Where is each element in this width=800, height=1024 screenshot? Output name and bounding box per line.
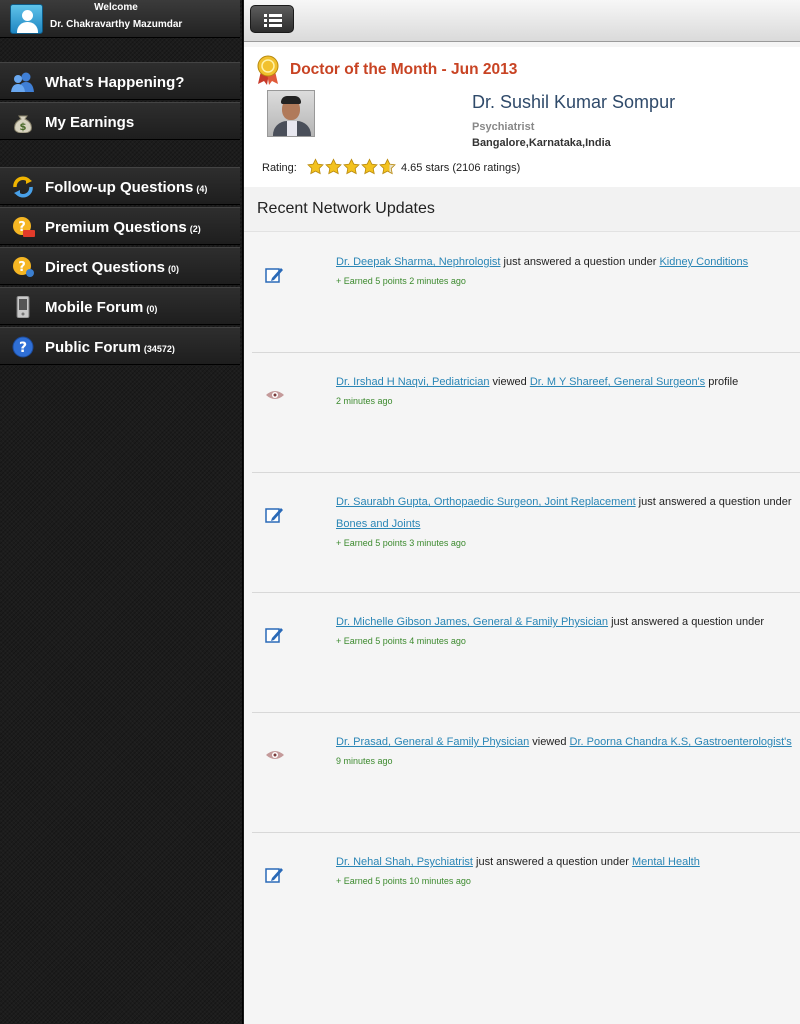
rating-text: 4.65 stars (2106 ratings) bbox=[401, 162, 521, 174]
user-name: Dr. Chakravarthy Mazumdar bbox=[50, 19, 183, 30]
actor-link[interactable]: Dr. Irshad H Naqvi, Pediatrician bbox=[336, 376, 489, 388]
edit-icon bbox=[264, 625, 286, 645]
feed-meta: + Earned 5 points 4 minutes ago bbox=[336, 636, 466, 646]
sidebar-item-count: (34572) bbox=[143, 344, 175, 354]
action-text: just answered a question under bbox=[472, 856, 632, 868]
suffix-text: profile bbox=[705, 376, 739, 388]
svg-text:?: ? bbox=[18, 260, 26, 275]
sidebar-item-label: Mobile Forum bbox=[45, 299, 144, 316]
sidebar-item-my-earnings[interactable]: $ My Earnings bbox=[0, 102, 240, 140]
feed-meta: 2 minutes ago bbox=[336, 396, 393, 406]
edit-icon bbox=[264, 865, 286, 885]
actor-link[interactable]: Dr. Michelle Gibson James, General & Fam… bbox=[336, 616, 608, 628]
doctor-specialty: Psychiatrist bbox=[472, 121, 535, 133]
star-icon bbox=[307, 158, 324, 175]
sidebar-item-count: (0) bbox=[146, 304, 158, 314]
edit-icon bbox=[264, 265, 286, 285]
profile-link[interactable]: Dr. Poorna Chandra K.S, Gastroenterologi… bbox=[570, 736, 792, 748]
top-toolbar bbox=[244, 0, 800, 42]
doctor-of-month-card: Doctor of the Month - Jun 2013 Dr. Sushi… bbox=[244, 47, 800, 187]
svg-text:?: ? bbox=[19, 340, 27, 356]
welcome-header: Welcome Dr. Chakravarthy Mazumdar bbox=[0, 0, 240, 38]
feed-meta: + Earned 5 points 3 minutes ago bbox=[336, 538, 466, 548]
direct-question-icon: ? bbox=[11, 256, 35, 278]
sidebar-item-label: Follow-up Questions bbox=[45, 179, 194, 196]
feed-item: Dr. Prasad, General & Family Physician v… bbox=[252, 713, 800, 833]
edit-icon bbox=[264, 505, 286, 525]
user-avatar-icon[interactable] bbox=[10, 4, 43, 34]
doctor-name[interactable]: Dr. Sushil Kumar Sompur bbox=[472, 92, 675, 113]
updates-header: Recent Network Updates bbox=[244, 187, 800, 232]
doctor-of-month-title: Doctor of the Month - Jun 2013 bbox=[290, 61, 518, 78]
topic-link[interactable]: Kidney Conditions bbox=[659, 256, 748, 268]
rating-label: Rating: bbox=[262, 162, 297, 174]
eye-icon bbox=[264, 745, 286, 765]
feed-item: Dr. Irshad H Naqvi, Pediatrician viewed … bbox=[252, 353, 800, 473]
sidebar-item-count: (4) bbox=[196, 184, 208, 194]
award-ribbon-icon bbox=[256, 55, 280, 85]
feed-item: Dr. Michelle Gibson James, General & Fam… bbox=[252, 593, 800, 713]
star-icon bbox=[343, 158, 360, 175]
action-text: just answered a question under bbox=[635, 496, 792, 508]
action-text: just answered a question under bbox=[608, 616, 764, 628]
users-icon bbox=[11, 71, 35, 93]
feed-item: Dr. Saurabh Gupta, Orthopaedic Surgeon, … bbox=[252, 473, 800, 593]
help-icon: ? bbox=[11, 336, 35, 358]
action-text: just answered a question under bbox=[500, 256, 660, 268]
sidebar-item-label: What's Happening? bbox=[45, 74, 185, 91]
welcome-label: Welcome bbox=[94, 2, 138, 13]
sidebar-item-premium-questions[interactable]: ? Premium Questions (2) bbox=[0, 207, 240, 245]
doctor-location: Bangalore,Karnataka,India bbox=[472, 137, 611, 149]
eye-icon bbox=[264, 385, 286, 405]
feed-meta: + Earned 5 points 10 minutes ago bbox=[336, 876, 471, 886]
sidebar-item-count: (2) bbox=[189, 224, 201, 234]
action-text: viewed bbox=[529, 736, 570, 748]
sidebar-item-label: Direct Questions bbox=[45, 259, 166, 276]
actor-link[interactable]: Dr. Deepak Sharma, Nephrologist bbox=[336, 256, 500, 268]
sidebar-item-whats-happening[interactable]: What's Happening? bbox=[0, 62, 240, 100]
star-icon bbox=[379, 158, 396, 175]
star-icon bbox=[361, 158, 378, 175]
sidebar-item-label: Public Forum bbox=[45, 339, 141, 356]
sidebar-item-label: Premium Questions bbox=[45, 219, 187, 236]
sidebar-item-label: My Earnings bbox=[45, 114, 135, 131]
feed-meta: 9 minutes ago bbox=[336, 756, 393, 766]
mobile-phone-icon bbox=[11, 296, 35, 318]
updates-title: Recent Network Updates bbox=[257, 200, 435, 217]
refresh-icon bbox=[11, 176, 35, 198]
feed-meta: + Earned 5 points 2 minutes ago bbox=[336, 276, 466, 286]
sidebar-item-count: (0) bbox=[168, 264, 180, 274]
feed-item: Dr. Nehal Shah, Psychiatrist just answer… bbox=[252, 833, 800, 953]
sidebar-item-direct-questions[interactable]: ? Direct Questions (0) bbox=[0, 247, 240, 285]
main-panel: Doctor of the Month - Jun 2013 Dr. Sushi… bbox=[244, 0, 800, 1024]
premium-question-icon: ? bbox=[11, 216, 35, 238]
actor-link[interactable]: Dr. Prasad, General & Family Physician bbox=[336, 736, 529, 748]
doctor-photo[interactable] bbox=[267, 90, 315, 137]
actor-link[interactable]: Dr. Nehal Shah, Psychiatrist bbox=[336, 856, 473, 868]
sidebar-item-public-forum[interactable]: ? Public Forum (34572) bbox=[0, 327, 240, 365]
money-bag-icon: $ bbox=[11, 111, 35, 133]
menu-toggle-button[interactable] bbox=[250, 5, 294, 33]
sidebar-item-follow-up-questions[interactable]: Follow-up Questions (4) bbox=[0, 167, 240, 205]
sidebar-item-mobile-forum[interactable]: Mobile Forum (0) bbox=[0, 287, 240, 325]
star-rating bbox=[307, 158, 397, 176]
feed-item: Dr. Deepak Sharma, Nephrologist just ans… bbox=[252, 233, 800, 353]
svg-text:$: $ bbox=[20, 122, 27, 133]
star-icon bbox=[325, 158, 342, 175]
profile-link[interactable]: Dr. M Y Shareef, General Surgeon's bbox=[530, 376, 705, 388]
topic-link[interactable]: Bones and Joints bbox=[336, 518, 420, 530]
sidebar: Welcome Dr. Chakravarthy Mazumdar What's… bbox=[0, 0, 243, 1024]
topic-link[interactable]: Mental Health bbox=[632, 856, 700, 868]
actor-link[interactable]: Dr. Saurabh Gupta, Orthopaedic Surgeon, … bbox=[336, 496, 636, 508]
action-text: viewed bbox=[489, 376, 530, 388]
